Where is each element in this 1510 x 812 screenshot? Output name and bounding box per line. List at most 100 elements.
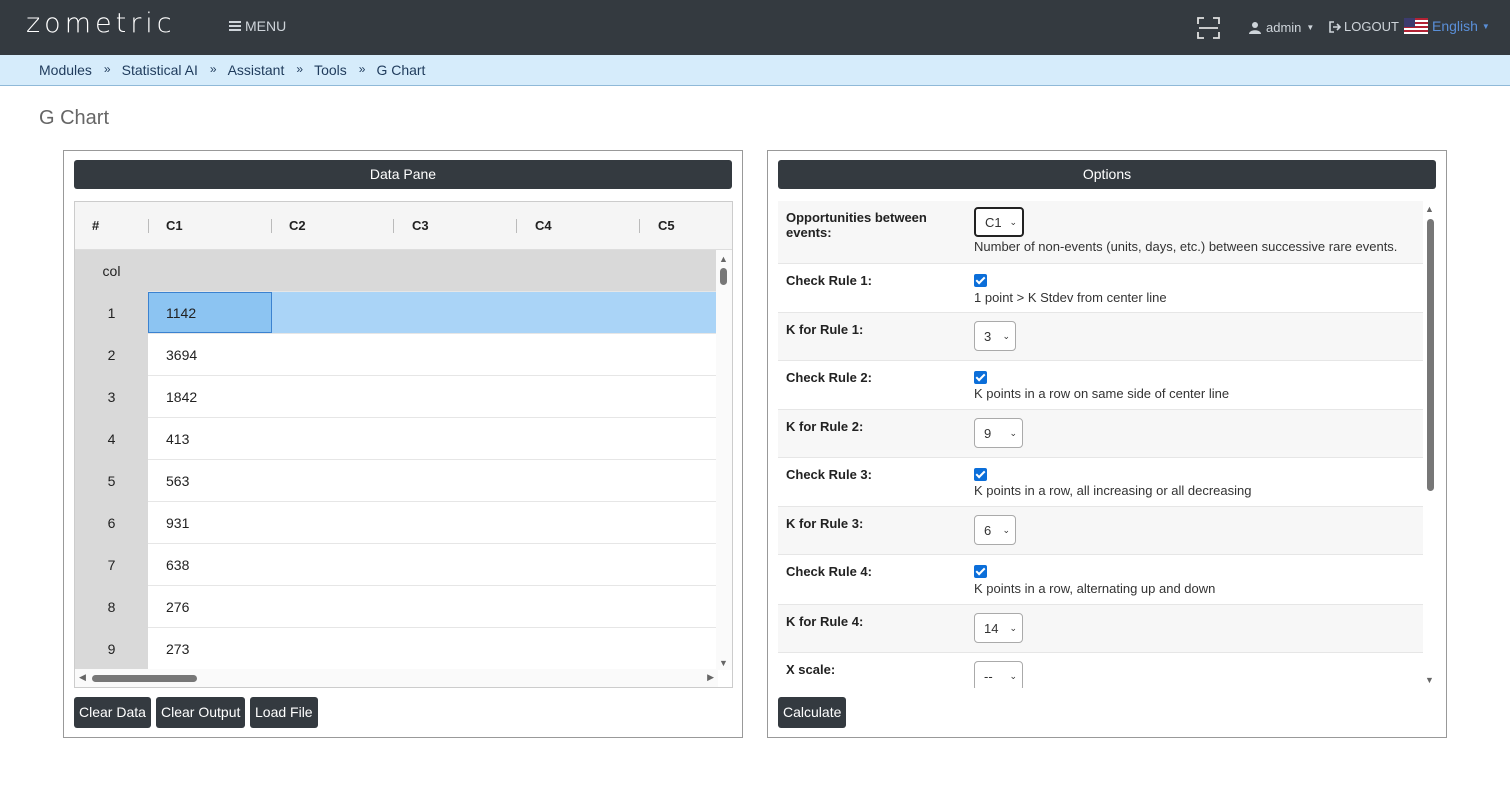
column-header-c3[interactable]: C3 [412, 202, 429, 250]
language-selector[interactable]: English ▼ [1404, 18, 1490, 34]
breadcrumb-tools[interactable]: Tools [314, 62, 347, 78]
chevron-down-icon: ⌄ [1009, 670, 1017, 681]
opportunities-label: Opportunities between events: [786, 210, 927, 240]
caret-down-icon: ▼ [1481, 21, 1490, 31]
column-divider [639, 219, 640, 233]
column-divider [393, 219, 394, 233]
scan-icon[interactable] [1197, 17, 1220, 39]
table-row[interactable]: 5 563 [75, 460, 718, 502]
opportunities-select[interactable]: C1 ⌄ [974, 207, 1024, 237]
cell-c1[interactable]: 638 [166, 544, 189, 586]
top-navbar: zometric MENU admin ▼ LOGOUT English ▼ [0, 0, 1510, 55]
scrollbar-thumb[interactable] [1427, 219, 1434, 491]
check-rule-2-checkbox[interactable] [974, 371, 987, 384]
options-header: Options [778, 160, 1436, 189]
table-row[interactable]: 7 638 [75, 544, 718, 586]
k-rule-3-value: 6 [984, 522, 992, 538]
scroll-up-icon[interactable]: ▲ [1425, 204, 1434, 214]
row-index: 4 [75, 418, 148, 460]
scroll-down-icon[interactable]: ▼ [1425, 675, 1434, 685]
breadcrumb-bar: Modules » Statistical AI » Assistant » T… [0, 55, 1510, 86]
grid-horizontal-scrollbar[interactable]: ◀ ▶ [75, 669, 718, 687]
table-row[interactable]: 2 3694 [75, 334, 718, 376]
scroll-up-icon[interactable]: ▲ [719, 254, 728, 264]
cell-c1[interactable]: 1842 [166, 376, 197, 418]
column-header-c5[interactable]: C5 [658, 202, 675, 250]
cell-c1[interactable]: 3694 [166, 334, 197, 376]
zometric-logo[interactable]: zometric [26, 8, 176, 39]
clear-data-button[interactable]: Clear Data [74, 697, 151, 728]
us-flag-icon [1404, 18, 1428, 34]
column-header-c1[interactable]: C1 [166, 202, 183, 250]
menu-button[interactable]: MENU [229, 18, 286, 34]
options-list: Opportunities between events: C1 ⌄ Numbe… [778, 201, 1437, 688]
x-scale-value: -- [984, 668, 993, 684]
table-row[interactable]: 6 931 [75, 502, 718, 544]
k-rule-4-select[interactable]: 14 ⌄ [974, 613, 1023, 643]
row-index: 7 [75, 544, 148, 586]
clear-output-button[interactable]: Clear Output [156, 697, 246, 728]
calculate-button[interactable]: Calculate [778, 697, 847, 728]
data-pane-header: Data Pane [74, 160, 732, 189]
chevron-down-icon: ⌄ [1009, 216, 1017, 227]
breadcrumb-separator: » [358, 62, 366, 76]
cell-c1[interactable]: 273 [166, 628, 189, 670]
check-rule-4-checkbox[interactable] [974, 565, 987, 578]
k-rule-4-value: 14 [984, 620, 999, 636]
breadcrumb-modules[interactable]: Modules [39, 62, 92, 78]
table-row[interactable]: 3 1842 [75, 376, 718, 418]
column-header-c4[interactable]: C4 [535, 202, 552, 250]
row-index: 5 [75, 460, 148, 502]
option-k-rule-4: K for Rule 4: 14 ⌄ [778, 605, 1423, 653]
row-index: 6 [75, 502, 148, 544]
scroll-right-icon[interactable]: ▶ [707, 672, 714, 683]
table-row[interactable]: 4 413 [75, 418, 718, 460]
logout-button[interactable]: LOGOUT [1329, 19, 1399, 34]
option-check-rule-1: Check Rule 1: 1 point > K Stdev from cen… [778, 264, 1423, 313]
breadcrumb-assistant[interactable]: Assistant [228, 62, 285, 78]
breadcrumb-g-chart[interactable]: G Chart [376, 62, 425, 78]
breadcrumb-statistical-ai[interactable]: Statistical AI [122, 62, 198, 78]
k-rule-1-value: 3 [984, 328, 992, 344]
option-k-rule-1: K for Rule 1: 3 ⌄ [778, 313, 1423, 361]
k-rule-2-label: K for Rule 2: [786, 419, 864, 434]
k-rule-2-select[interactable]: 9 ⌄ [974, 418, 1023, 448]
column-header-c2[interactable]: C2 [289, 202, 306, 250]
row-index: 8 [75, 586, 148, 628]
check-rule-4-label: Check Rule 4: [786, 564, 872, 579]
breadcrumb-separator: » [296, 62, 304, 76]
user-menu[interactable]: admin ▼ [1249, 20, 1314, 35]
column-name-row[interactable]: col [75, 250, 718, 292]
k-rule-4-label: K for Rule 4: [786, 614, 864, 629]
cell-c1[interactable]: 563 [166, 460, 189, 502]
chevron-down-icon: ⌄ [1009, 427, 1017, 438]
data-grid[interactable]: # C1 C2 C3 C4 C5 col 1 1142 2 3694 3 184… [74, 201, 733, 688]
cell-c1[interactable]: 276 [166, 586, 189, 628]
table-row[interactable]: 8 276 [75, 586, 718, 628]
breadcrumb-separator: » [209, 62, 217, 76]
cell-c1[interactable]: 1142 [166, 292, 196, 334]
check-rule-1-checkbox[interactable] [974, 274, 987, 287]
chevron-down-icon: ⌄ [1002, 524, 1010, 535]
cell-c1[interactable]: 931 [166, 502, 189, 544]
check-rule-2-description: K points in a row on same side of center… [974, 386, 1230, 401]
check-rule-3-checkbox[interactable] [974, 468, 987, 481]
scroll-down-icon[interactable]: ▼ [719, 658, 728, 668]
cell-c1[interactable]: 413 [166, 418, 189, 460]
menu-label: MENU [245, 18, 287, 34]
check-rule-2-label: Check Rule 2: [786, 370, 872, 385]
load-file-button[interactable]: Load File [250, 697, 318, 728]
k-rule-3-select[interactable]: 6 ⌄ [974, 515, 1016, 545]
x-scale-select[interactable]: -- ⌄ [974, 661, 1023, 688]
breadcrumb-separator: » [103, 62, 111, 76]
scroll-left-icon[interactable]: ◀ [79, 672, 86, 683]
k-rule-1-select[interactable]: 3 ⌄ [974, 321, 1016, 351]
user-name: admin [1266, 20, 1302, 35]
opportunities-description: Number of non-events (units, days, etc.)… [974, 239, 1398, 254]
options-vertical-scrollbar[interactable]: ▲ ▼ [1423, 201, 1437, 688]
table-row[interactable]: 1 1142 [75, 292, 718, 334]
scrollbar-thumb[interactable] [720, 268, 727, 285]
grid-vertical-scrollbar[interactable]: ▲ ▼ [716, 250, 732, 670]
scrollbar-thumb[interactable] [92, 675, 197, 682]
table-row[interactable]: 9 273 [75, 628, 718, 670]
